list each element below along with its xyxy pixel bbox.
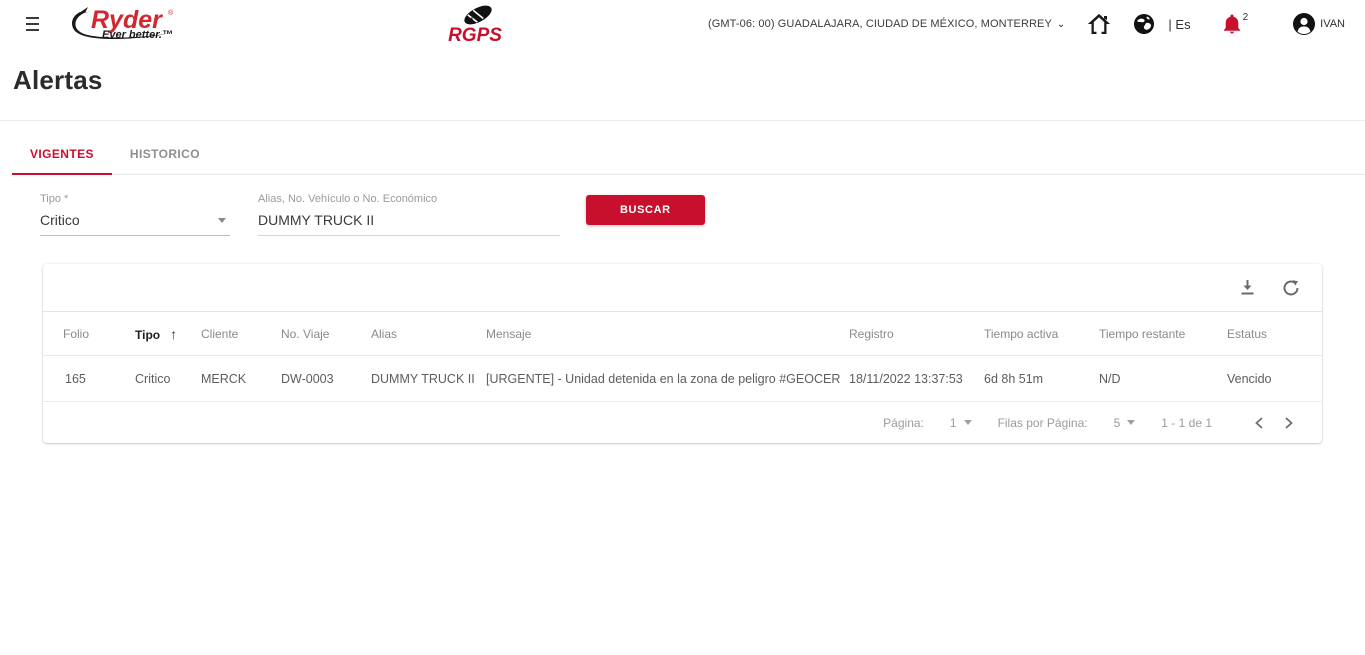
column-header-tipo[interactable]: Tipo ↑: [127, 312, 193, 356]
next-page-button[interactable]: [1278, 415, 1300, 431]
cell-folio: 165: [43, 355, 127, 402]
timezone-select[interactable]: (GMT-06: 00) GUADALAJARA, CIUDAD DE MÉXI…: [708, 18, 1065, 30]
cell-registro: 18/11/2022 13:37:53: [841, 355, 976, 402]
username-label: IVAN: [1320, 18, 1345, 30]
chevron-down-icon: [963, 420, 972, 425]
filter-form: Tipo * Critico Alias, No. Vehículo o No.…: [40, 193, 1365, 236]
bell-icon: [1223, 14, 1240, 34]
rows-per-page-value: 5: [1113, 415, 1121, 430]
alerts-card: Folio Tipo ↑ Cliente No. Viaje Alias Mens…: [43, 264, 1322, 443]
chevron-right-icon: [1285, 416, 1293, 429]
tab-historico[interactable]: HISTORICO: [112, 135, 218, 174]
alias-field: Alias, No. Vehículo o No. Económico: [258, 193, 560, 236]
cell-tiempo-restante: N/D: [1091, 355, 1219, 402]
notification-count-badge: 2: [1242, 12, 1249, 23]
cell-cliente: MERCK: [193, 355, 273, 402]
alias-input[interactable]: [258, 212, 560, 236]
globe-icon[interactable]: [1133, 13, 1155, 35]
column-header-tiempo-activa[interactable]: Tiempo activa: [976, 312, 1091, 356]
chevron-left-icon: [1255, 416, 1263, 429]
avatar-icon: [1293, 13, 1316, 35]
table-header-row: Folio Tipo ↑ Cliente No. Viaje Alias Mens…: [43, 312, 1322, 356]
rgps-wordmark: RGPS: [448, 25, 502, 45]
table-toolbar: [43, 264, 1322, 312]
cell-alias: DUMMY TRUCK II: [363, 355, 478, 402]
user-menu[interactable]: IVAN: [1292, 12, 1345, 36]
app-header: Ryder ® Ever better.™ RGPS (GMT-06: 00) …: [0, 0, 1365, 48]
refresh-button[interactable]: [1278, 275, 1304, 301]
column-header-estatus[interactable]: Estatus: [1219, 312, 1322, 356]
column-header-cliente[interactable]: Cliente: [193, 312, 273, 356]
tipo-field: Tipo * Critico: [40, 193, 230, 236]
table-row[interactable]: 165 Critico MERCK DW-0003 DUMMY TRUCK II…: [43, 355, 1322, 402]
column-header-registro[interactable]: Registro: [841, 312, 976, 356]
column-header-tiempo-restante[interactable]: Tiempo restante: [1091, 312, 1219, 356]
download-icon: [1241, 280, 1254, 295]
alias-label: Alias, No. Vehículo o No. Económico: [258, 193, 438, 205]
cell-tiempo-activa: 6d 8h 51m: [976, 355, 1091, 402]
language-label[interactable]: | Es: [1168, 17, 1190, 32]
tipo-selected-value: Critico: [40, 212, 80, 228]
chevron-down-icon: ⌄: [1056, 18, 1066, 30]
page-value: 1: [949, 415, 957, 430]
pagination-bar: Página: 1 Filas por Página: 5 1 - 1 de 1: [43, 402, 1322, 443]
rows-per-page-label: Filas por Página:: [997, 415, 1088, 430]
page-label: Página:: [883, 415, 924, 430]
home-icon[interactable]: [1087, 13, 1111, 35]
column-header-mensaje[interactable]: Mensaje: [478, 312, 841, 356]
column-header-no-viaje[interactable]: No. Viaje: [273, 312, 363, 356]
tab-bar: VIGENTES HISTORICO: [12, 135, 1365, 175]
tipo-label: Tipo *: [40, 193, 69, 205]
cell-mensaje: [URGENTE] - Unidad detenida en la zona d…: [478, 355, 841, 402]
page-title: Alertas: [13, 65, 103, 95]
sort-asc-icon: ↑: [170, 326, 178, 342]
ryder-logo[interactable]: Ryder ® Ever better.™: [66, 2, 182, 47]
tipo-select[interactable]: Critico: [40, 212, 230, 236]
rows-per-page-select[interactable]: 5: [1114, 416, 1136, 430]
buscar-button[interactable]: BUSCAR: [586, 195, 705, 225]
alerts-table: Folio Tipo ↑ Cliente No. Viaje Alias Mens…: [43, 312, 1322, 402]
ryder-tagline: Ever better.™: [102, 29, 173, 41]
tab-vigentes[interactable]: VIGENTES: [12, 135, 112, 175]
rgps-logo[interactable]: RGPS: [438, 3, 512, 50]
timezone-label: (GMT-06: 00) GUADALAJARA, CIUDAD DE MÉXI…: [708, 18, 1052, 30]
previous-page-button[interactable]: [1248, 415, 1270, 431]
download-button[interactable]: [1235, 275, 1260, 300]
notifications-button[interactable]: 2: [1223, 12, 1249, 34]
column-header-folio[interactable]: Folio: [43, 312, 127, 356]
cell-estatus: Vencido: [1219, 355, 1322, 402]
chevron-down-icon: [1127, 420, 1136, 425]
chevron-down-icon: [218, 217, 226, 223]
hamburger-menu-icon[interactable]: [26, 17, 44, 31]
title-divider: [0, 120, 1365, 121]
page-select[interactable]: 1: [950, 416, 972, 430]
cell-no-viaje: DW-0003: [273, 355, 363, 402]
refresh-icon: [1283, 279, 1299, 295]
column-header-alias[interactable]: Alias: [363, 312, 478, 356]
svg-text:®: ®: [168, 9, 174, 17]
cell-tipo: Critico: [127, 355, 193, 402]
row-range-label: 1 - 1 de 1: [1161, 415, 1212, 430]
